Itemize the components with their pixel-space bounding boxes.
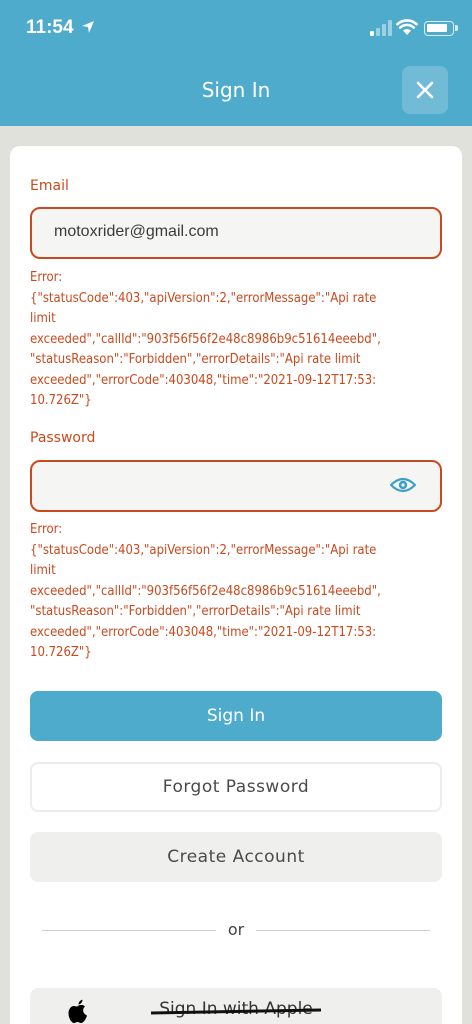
- forgot-password-button[interactable]: Forgot Password: [30, 762, 442, 812]
- top-bar: 11:54 Sign In: [0, 0, 472, 126]
- or-separator: or: [227, 920, 245, 939]
- battery-icon: [424, 21, 454, 36]
- location-arrow-icon: [82, 21, 94, 33]
- wifi-icon: [396, 19, 418, 35]
- eye-icon[interactable]: [390, 475, 416, 495]
- close-button[interactable]: [402, 66, 448, 114]
- battery-cap: [455, 25, 458, 31]
- email-error: Error: {"statusCode":403,"apiVersion":2,…: [30, 270, 381, 408]
- sign-in-button[interactable]: Sign In: [30, 691, 442, 741]
- password-label: Password: [30, 430, 96, 446]
- email-value: motoxrider@gmail.com: [54, 223, 219, 240]
- sign-in-with-apple-button[interactable]: Sign In with Apple: [30, 988, 442, 1024]
- email-label: Email: [30, 178, 69, 194]
- password-field[interactable]: [30, 460, 442, 512]
- email-field[interactable]: motoxrider@gmail.com: [30, 207, 442, 259]
- password-error: Error: {"statusCode":403,"apiVersion":2,…: [30, 522, 381, 660]
- signal-icon: [370, 20, 392, 36]
- create-account-button[interactable]: Create Account: [30, 832, 442, 882]
- status-time: 11:54: [26, 17, 74, 38]
- close-icon: [416, 81, 434, 99]
- divider-right: [256, 930, 430, 931]
- divider-left: [42, 930, 216, 931]
